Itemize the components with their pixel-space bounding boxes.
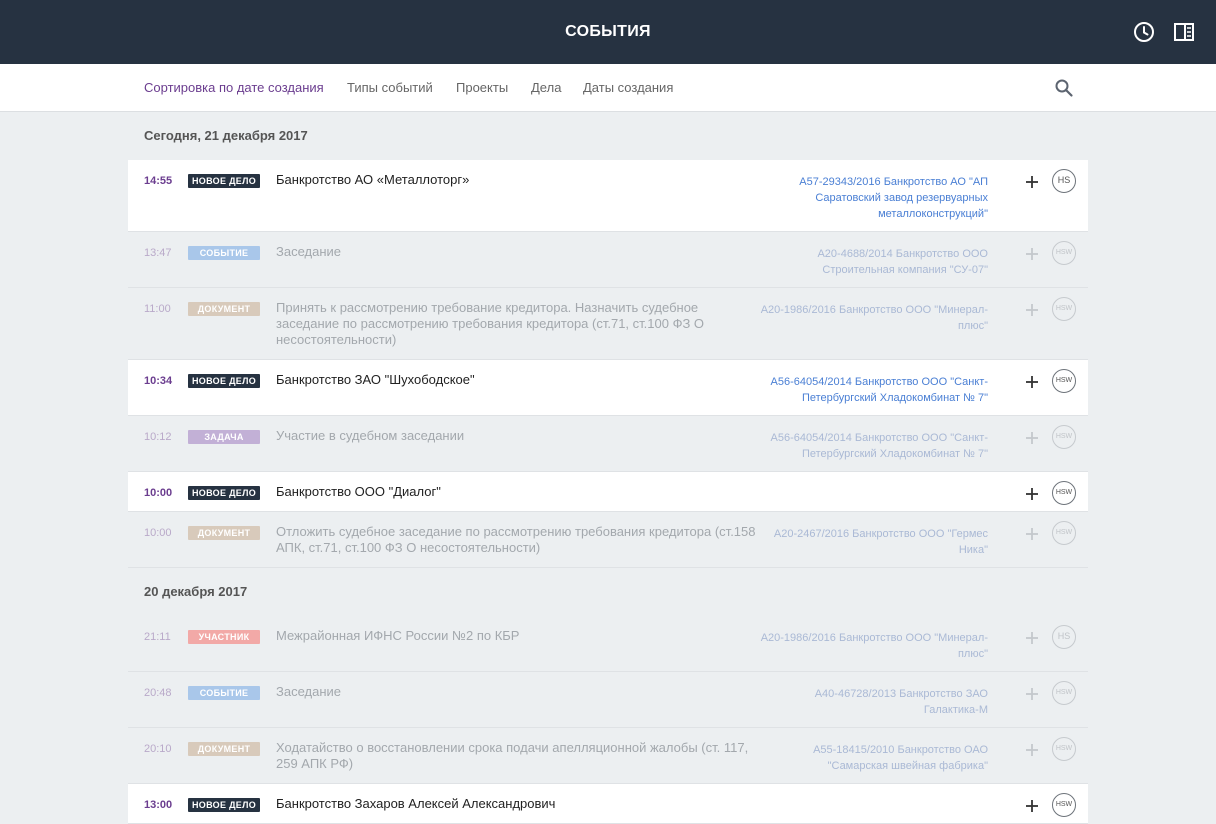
add-icon[interactable] <box>1023 629 1041 647</box>
event-row[interactable]: 10:00 ДОКУМЕНТ Отложить судебное заседание… <box>128 512 1088 568</box>
event-time: 10:00 <box>144 487 173 499</box>
tab-sort-by-date[interactable]: Сортировка по дате создания <box>144 64 324 111</box>
add-icon[interactable] <box>1023 429 1041 447</box>
event-description: Межрайонная ИФНС России №2 по КБР <box>276 628 520 643</box>
add-icon[interactable] <box>1023 373 1041 391</box>
date-group-header: 20 декабря 2017 <box>144 584 248 599</box>
event-time: 20:10 <box>144 743 172 755</box>
search-icon[interactable] <box>1054 78 1074 98</box>
event-time: 13:47 <box>144 247 172 259</box>
event-type-badge: НОВОЕ ДЕЛО <box>188 798 260 812</box>
event-time: 10:12 <box>144 431 172 443</box>
page-title: СОБЫТИЯ <box>565 23 651 40</box>
event-row[interactable]: 10:34 НОВОЕ ДЕЛО Банкротство ЗАО "Шухободс… <box>128 360 1088 416</box>
tab-creation-dates[interactable]: Даты создания <box>583 64 673 111</box>
add-icon[interactable] <box>1023 485 1041 503</box>
add-icon[interactable] <box>1023 525 1041 543</box>
event-row[interactable]: 14:55 НОВОЕ ДЕЛО Банкротство АО «Металлото… <box>128 160 1088 232</box>
event-type-badge: НОВОЕ ДЕЛО <box>188 486 260 500</box>
assignee-avatar[interactable]: HSW <box>1052 737 1076 761</box>
event-type-badge: ДОКУМЕНТ <box>188 742 260 756</box>
event-time: 11:00 <box>144 303 171 315</box>
event-row[interactable]: 13:00 НОВОЕ ДЕЛО Банкротство Захаров Алекс… <box>128 784 1088 824</box>
assignee-avatar[interactable]: HSW <box>1052 793 1076 817</box>
assignee-avatar[interactable]: HSW <box>1052 481 1076 505</box>
event-row[interactable]: 10:12 ЗАДАЧА Участие в судебном заседании А… <box>128 416 1088 472</box>
event-time: 10:00 <box>144 527 172 539</box>
event-time: 21:11 <box>144 631 171 643</box>
assignee-avatar[interactable]: HSW <box>1052 521 1076 545</box>
event-description: Банкротство ООО "Диалог" <box>276 484 441 499</box>
event-type-badge: ЗАДАЧА <box>188 430 260 444</box>
event-time: 14:55 <box>144 175 173 187</box>
event-description: Банкротство Захаров Алексей Александрови… <box>276 796 556 811</box>
assignee-avatar[interactable]: HSW <box>1052 681 1076 705</box>
panel-icon[interactable] <box>1172 20 1196 44</box>
event-row[interactable]: 11:00 ДОКУМЕНТ Принять к рассмотрению треб… <box>128 288 1088 360</box>
event-row[interactable]: 20:10 ДОКУМЕНТ Ходатайство о восстановлени… <box>128 728 1088 784</box>
event-description: Банкротство АО «Металлоторг» <box>276 172 470 187</box>
event-description: Заседание <box>276 244 342 259</box>
event-description: Принять к рассмотрению требование кредит… <box>276 300 705 347</box>
event-type-badge: ДОКУМЕНТ <box>188 526 260 540</box>
event-row[interactable]: 20:48 СОБЫТИЕ Заседание А40-46728/2013 Банк… <box>128 672 1088 728</box>
filter-bar: Сортировка по дате создания Типы событий… <box>0 64 1216 112</box>
event-row[interactable]: 13:47 СОБЫТИЕ Заседание А20-4688/2014 Банкр… <box>128 232 1088 288</box>
event-time: 10:34 <box>144 375 173 387</box>
add-icon[interactable] <box>1023 173 1041 191</box>
event-type-badge: НОВОЕ ДЕЛО <box>188 174 260 188</box>
add-icon[interactable] <box>1023 741 1041 759</box>
assignee-avatar[interactable]: HS <box>1052 625 1076 649</box>
case-link[interactable]: А20-4688/2014 Банкротство ООО Строительн… <box>758 246 988 278</box>
assignee-avatar[interactable]: HSW <box>1052 425 1076 449</box>
case-link[interactable]: А20-1986/2016 Банкротство ООО "Минерал-п… <box>758 630 988 662</box>
case-link[interactable]: А40-46728/2013 Банкротство ЗАО Галактика… <box>758 686 988 718</box>
date-group-header: Сегодня, 21 декабря 2017 <box>144 128 308 143</box>
case-link[interactable]: А55-18415/2010 Банкротство ОАО "Самарска… <box>758 742 988 774</box>
event-type-badge: СОБЫТИЕ <box>188 246 260 260</box>
case-link[interactable]: А57-29343/2016 Банкротство АО "АП Сарато… <box>758 174 988 222</box>
tab-event-types[interactable]: Типы событий <box>347 64 433 111</box>
event-description: Отложить судебное заседание по рассмотре… <box>276 524 756 555</box>
event-row[interactable]: 21:11 УЧАСТНИК Межрайонная ИФНС России №2 … <box>128 616 1088 672</box>
tab-cases[interactable]: Дела <box>531 64 561 111</box>
event-time: 20:48 <box>144 687 172 699</box>
case-link[interactable]: А56-64054/2014 Банкротство ООО "Санкт-Пе… <box>758 430 989 462</box>
add-icon[interactable] <box>1023 245 1041 263</box>
case-link[interactable]: А20-1986/2016 Банкротство ООО "Минерал-п… <box>758 302 988 334</box>
assignee-avatar[interactable]: HS <box>1052 169 1076 193</box>
event-type-badge: ДОКУМЕНТ <box>188 302 260 316</box>
event-type-badge: УЧАСТНИК <box>188 630 260 644</box>
add-icon[interactable] <box>1023 301 1041 319</box>
add-icon[interactable] <box>1023 685 1041 703</box>
event-row[interactable]: 10:00 НОВОЕ ДЕЛО Банкротство ООО "Диалог" H… <box>128 472 1088 512</box>
event-description: Заседание <box>276 684 342 699</box>
event-type-badge: СОБЫТИЕ <box>188 686 260 700</box>
event-description: Участие в судебном заседании <box>276 428 465 443</box>
event-time: 13:00 <box>144 799 173 811</box>
top-bar: СОБЫТИЯ <box>0 0 1216 64</box>
assignee-avatar[interactable]: HSW <box>1052 297 1076 321</box>
assignee-avatar[interactable]: HSW <box>1052 241 1076 265</box>
case-link[interactable]: А56-64054/2014 Банкротство ООО "Санкт-Пе… <box>758 374 989 406</box>
event-type-badge: НОВОЕ ДЕЛО <box>188 374 260 388</box>
event-description: Ходатайство о восстановлении срока подач… <box>276 740 749 771</box>
event-description: Банкротство ЗАО "Шухободское" <box>276 372 475 387</box>
assignee-avatar[interactable]: HSW <box>1052 369 1076 393</box>
add-icon[interactable] <box>1023 797 1041 815</box>
tab-projects[interactable]: Проекты <box>456 64 508 111</box>
clock-icon[interactable] <box>1132 20 1156 44</box>
case-link[interactable]: А20-2467/2016 Банкротство ООО "Гермес Ни… <box>758 526 988 558</box>
